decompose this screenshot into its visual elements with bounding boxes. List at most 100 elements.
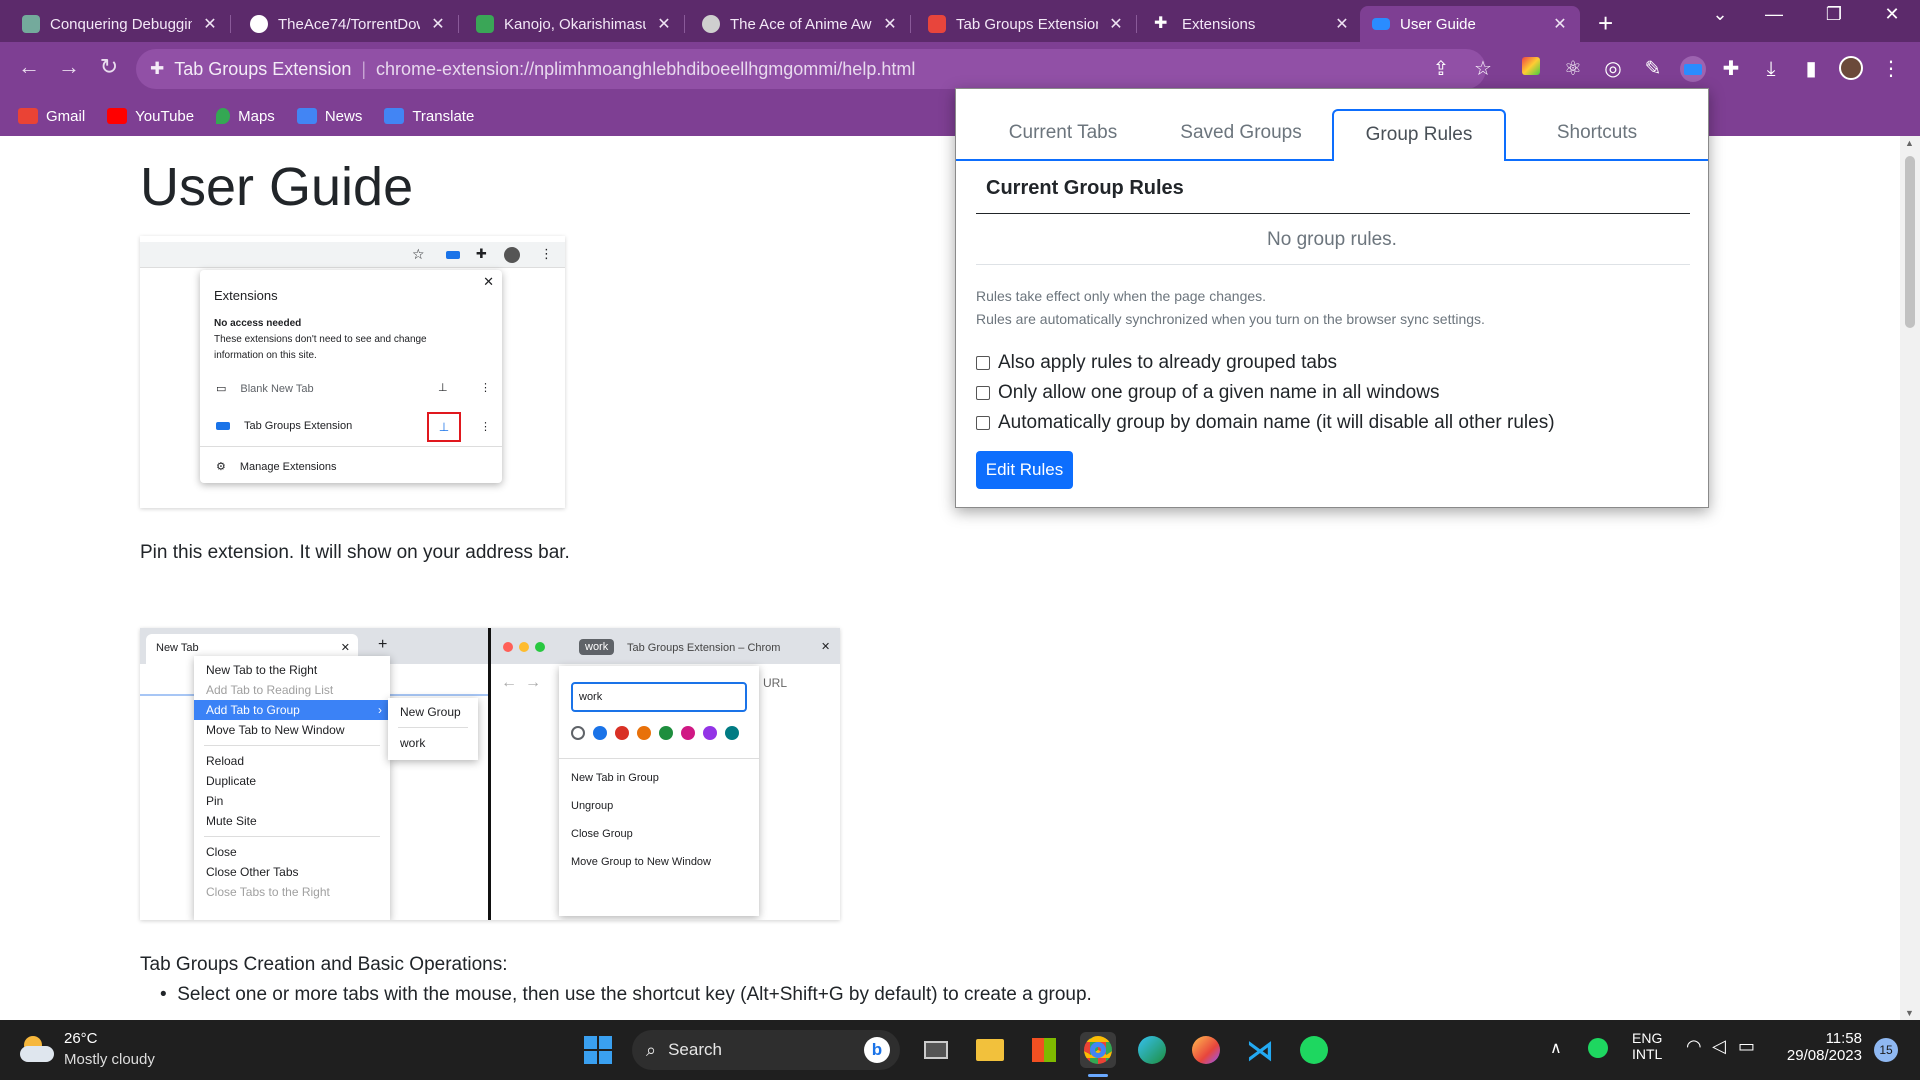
chrome-icon[interactable] [1080, 1032, 1116, 1068]
avatar[interactable] [1838, 56, 1864, 82]
minimize-icon[interactable]: — [1746, 4, 1802, 25]
page-scrollbar[interactable]: ▲ ▼ [1900, 136, 1920, 1020]
option-group-by-domain[interactable]: Automatically group by domain name (it w… [976, 412, 1555, 434]
close-icon[interactable]: ✕ [1334, 14, 1350, 34]
tab-shortcuts[interactable]: Shortcuts [1510, 109, 1684, 161]
scroll-thumb[interactable] [1905, 156, 1915, 328]
browser-tab[interactable]: Kanojo, Okarishimasu ✕ [464, 6, 685, 42]
puzzle-icon[interactable]: ✚ [1718, 56, 1744, 82]
browser-tab[interactable]: TheAce74/TorrentDow ✕ [238, 6, 459, 42]
side-panel-icon[interactable]: ▮ [1798, 56, 1824, 82]
tab-group-rules[interactable]: Group Rules [1332, 109, 1506, 161]
tab-title: TheAce74/TorrentDow [278, 15, 420, 33]
share-icon[interactable]: ⇪ [1428, 56, 1454, 82]
bookmark-maps[interactable]: Maps [216, 108, 275, 125]
checkbox[interactable] [976, 416, 990, 430]
weather-desc[interactable]: Mostly cloudy [64, 1051, 155, 1068]
clock-date: 29/08/2023 [1786, 1047, 1862, 1064]
tab-groups-extension-icon[interactable] [1680, 56, 1706, 82]
checkbox[interactable] [976, 356, 990, 370]
react-devtools-icon[interactable]: ⚛ [1560, 56, 1586, 82]
target-icon[interactable]: ◎ [1600, 56, 1626, 82]
popup-tabs: Current Tabs Saved Groups Group Rules Sh… [956, 89, 1708, 161]
forward-icon[interactable]: → [54, 54, 84, 80]
spotify-icon[interactable] [1296, 1032, 1332, 1068]
battery-icon[interactable]: ▭ [1738, 1036, 1755, 1057]
taskbar-search[interactable]: ⌕ Search b [632, 1030, 900, 1070]
start-windows-icon[interactable] [580, 1032, 616, 1068]
window-close-icon[interactable]: ✕ [1864, 4, 1920, 25]
scroll-down-icon[interactable]: ▼ [1905, 1008, 1914, 1018]
close-icon[interactable]: ✕ [202, 14, 218, 34]
lang-primary: ENG [1632, 1030, 1663, 1046]
bookmark-label: Translate [412, 107, 475, 125]
mini-tab-label: Tab Groups Extension – Chrom [627, 642, 781, 654]
edge-icon[interactable] [1134, 1032, 1170, 1068]
close-icon[interactable]: ✕ [430, 14, 446, 34]
close-icon[interactable]: ✕ [1552, 14, 1568, 34]
close-icon[interactable]: ✕ [1108, 14, 1124, 34]
right-pane: work Tab Groups Extension – Chrom ✕ ← → … [491, 628, 840, 920]
chevron-up-icon[interactable]: ∧ [1550, 1038, 1562, 1058]
browser-tab[interactable]: The Ace of Anime Aw ✕ [690, 6, 911, 42]
bookmark-gmail[interactable]: Gmail [18, 108, 85, 125]
address-bar[interactable]: ✚ Tab Groups Extension | chrome-extensio… [136, 49, 1486, 89]
checkbox[interactable] [976, 386, 990, 400]
close-icon[interactable]: ✕ [656, 14, 672, 34]
puzzle-icon: ✚ [1154, 15, 1168, 32]
reload-icon[interactable]: ↻ [94, 54, 124, 80]
extension-color-icon[interactable] [1518, 56, 1544, 82]
browser-tab[interactable]: ✚ Extensions ✕ [1142, 6, 1362, 42]
chatgpt-icon [22, 15, 40, 33]
bookmark-translate[interactable]: Translate [384, 108, 474, 125]
firefox-icon[interactable] [1188, 1032, 1224, 1068]
browser-tab[interactable]: Tab Groups Extension ✕ [916, 6, 1137, 42]
menu-kebab-icon[interactable]: ⋮ [1878, 56, 1904, 82]
bookmark-youtube[interactable]: YouTube [107, 108, 194, 125]
star-icon[interactable]: ☆ [1470, 56, 1496, 82]
close-icon: ✕ [821, 641, 831, 653]
edit-rules-button[interactable]: Edit Rules [976, 451, 1073, 489]
volume-icon[interactable]: ◁ [1712, 1036, 1726, 1057]
back-icon[interactable]: ← [14, 54, 44, 80]
tab-groups-icon [1372, 18, 1390, 30]
store-icon[interactable] [1026, 1032, 1062, 1068]
browser-tab[interactable]: Conquering Debuggin ✕ [10, 6, 231, 42]
tab-saved-groups[interactable]: Saved Groups [1154, 109, 1328, 161]
browser-tab-active[interactable]: User Guide ✕ [1360, 6, 1580, 42]
ext-name: Tab Groups Extension [244, 420, 353, 432]
mac-close-dot [503, 642, 513, 652]
tab-search-icon[interactable]: ⌄ [1692, 4, 1748, 25]
restore-icon[interactable]: ❐ [1806, 4, 1862, 25]
download-icon[interactable]: ⤓ [1758, 56, 1784, 82]
menu-item: New Tab in Group [571, 772, 659, 784]
close-icon[interactable]: ✕ [882, 14, 898, 34]
new-tab-button[interactable]: + [1598, 8, 1613, 39]
mini-toolbar: ☆ ✚ ⋮ [140, 242, 565, 268]
ext-row-tab-groups: Tab Groups Extension [216, 420, 352, 432]
clock[interactable]: 11:58 29/08/2023 [1782, 1030, 1862, 1064]
spotify-tray-icon[interactable] [1588, 1038, 1608, 1058]
option-apply-grouped[interactable]: Also apply rules to already grouped tabs [976, 352, 1337, 374]
tab-title: Kanojo, Okarishimasu [504, 15, 646, 33]
bookmark-news[interactable]: News [296, 108, 362, 125]
tab-current-tabs[interactable]: Current Tabs [976, 109, 1150, 161]
vscode-icon[interactable]: ⋊ [1242, 1032, 1278, 1068]
tab-separator [458, 15, 459, 33]
close-icon: ✕ [483, 274, 494, 289]
file-explorer-icon[interactable] [972, 1032, 1008, 1068]
left-pane: New Tab ✕ + New Tab to the Right Add Tab… [140, 628, 488, 920]
option-unique-name[interactable]: Only allow one group of a given name in … [976, 382, 1439, 404]
language-indicator[interactable]: ENG INTL [1632, 1030, 1662, 1062]
wifi-icon[interactable]: ◠ [1686, 1036, 1702, 1057]
scroll-up-icon[interactable]: ▲ [1905, 138, 1914, 148]
weather-temp[interactable]: 26°C [64, 1030, 98, 1047]
edit-tool-icon[interactable]: ✎ [1640, 56, 1666, 82]
tab-separator [684, 15, 685, 33]
star-icon: ☆ [412, 246, 425, 262]
weather-cloud-icon[interactable] [20, 1034, 56, 1064]
color-swatch [703, 726, 717, 740]
tab-title: User Guide [1400, 15, 1476, 33]
notification-badge[interactable]: 15 [1874, 1038, 1898, 1062]
task-view-icon[interactable] [918, 1032, 954, 1068]
